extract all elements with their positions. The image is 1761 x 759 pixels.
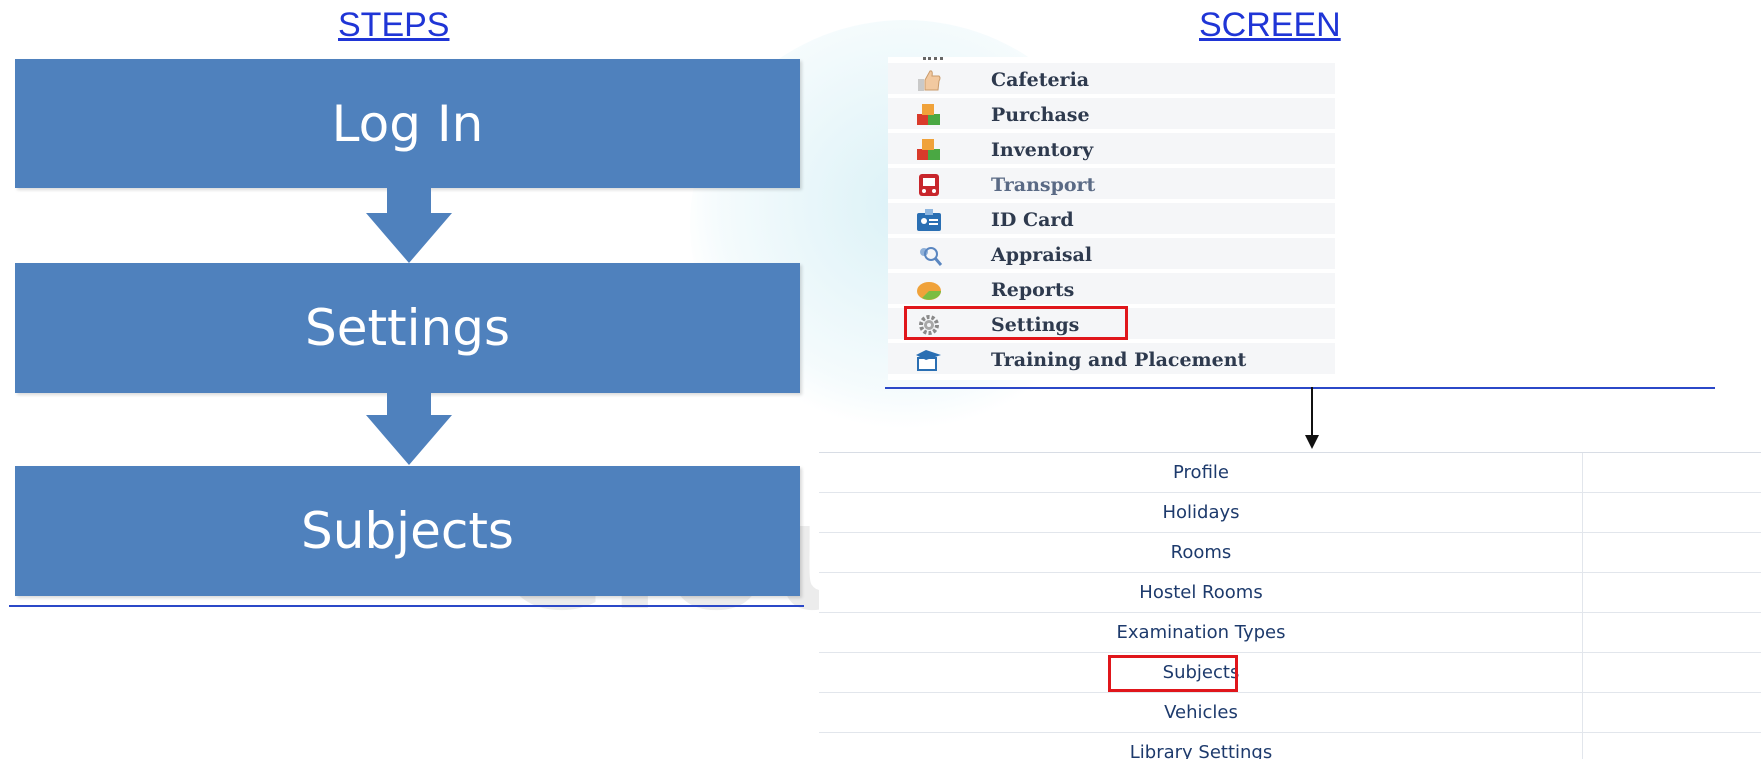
- menu-stub-icon: [923, 57, 943, 61]
- screen-heading[interactable]: SCREEN: [1199, 6, 1341, 45]
- column-divider: [1582, 693, 1583, 733]
- column-divider: [1582, 533, 1583, 573]
- settings-highlight-box: [904, 306, 1128, 340]
- steps-heading[interactable]: STEPS: [338, 6, 449, 45]
- menu-item-label: Purchase: [991, 104, 1090, 126]
- menu-item-label: Cafeteria: [991, 69, 1090, 91]
- settings-item-rooms[interactable]: Rooms: [819, 533, 1761, 573]
- settings-item-vehicles[interactable]: Vehicles: [819, 693, 1761, 733]
- menu-item-inventory[interactable]: Inventory: [888, 133, 1335, 166]
- settings-item-library-settings[interactable]: Library Settings: [819, 733, 1761, 759]
- graduation-icon: [916, 350, 941, 371]
- menu-item-purchase[interactable]: Purchase: [888, 98, 1335, 131]
- list-item-label: Hostel Rooms: [1139, 582, 1263, 603]
- menu-item-transport[interactable]: Transport: [888, 168, 1335, 201]
- step-subjects: Subjects: [15, 466, 800, 596]
- column-divider: [1582, 653, 1583, 693]
- list-item-label: Examination Types: [1116, 622, 1286, 643]
- people-search-icon: [920, 247, 942, 266]
- menu-item-cafeteria[interactable]: Cafeteria: [888, 63, 1335, 96]
- settings-list: Profile Holidays Rooms Hostel Rooms Exam…: [819, 452, 1761, 759]
- list-item-label: Holidays: [1162, 502, 1240, 523]
- subjects-highlight-box: [1108, 655, 1238, 692]
- step-login: Log In: [15, 59, 800, 188]
- list-item-label: Rooms: [1170, 542, 1232, 563]
- down-arrow-icon: [366, 188, 452, 263]
- menu-item-id-card[interactable]: ID Card: [888, 203, 1335, 236]
- column-divider: [1582, 453, 1583, 493]
- settings-item-hostel-rooms[interactable]: Hostel Rooms: [819, 573, 1761, 613]
- boxes-icon: [917, 139, 940, 160]
- menu-item-label: Inventory: [991, 139, 1094, 161]
- menu-item-label: Reports: [991, 279, 1075, 301]
- settings-item-subjects[interactable]: Subjects: [819, 653, 1761, 693]
- list-item-label: Profile: [1173, 462, 1229, 483]
- menu-item-label: ID Card: [991, 209, 1074, 231]
- thumbs-up-icon: [918, 70, 941, 91]
- list-item-label: Library Settings: [1129, 742, 1273, 759]
- menu-item-label: Appraisal: [991, 244, 1093, 266]
- step-settings: Settings: [15, 263, 800, 393]
- divider-line: [9, 605, 804, 607]
- column-divider: [1582, 493, 1583, 533]
- down-arrow-icon: [1305, 387, 1319, 449]
- list-item-label: Vehicles: [1164, 702, 1238, 723]
- column-divider: [1582, 573, 1583, 613]
- bus-icon: [919, 174, 939, 196]
- menu-item-training-and-placement[interactable]: Training and Placement: [888, 343, 1335, 376]
- menu-item-label: Training and Placement: [991, 349, 1247, 371]
- settings-item-profile[interactable]: Profile: [819, 453, 1761, 493]
- boxes-icon: [917, 104, 940, 125]
- down-arrow-icon: [366, 390, 452, 465]
- settings-item-holidays[interactable]: Holidays: [819, 493, 1761, 533]
- column-divider: [1582, 613, 1583, 653]
- id-card-icon: [917, 209, 941, 231]
- pie-chart-icon: [917, 282, 941, 300]
- menu-item-label: Transport: [991, 174, 1096, 196]
- column-divider: [1582, 733, 1583, 759]
- menu-item-appraisal[interactable]: Appraisal: [888, 238, 1335, 271]
- settings-item-examination-types[interactable]: Examination Types: [819, 613, 1761, 653]
- menu-item-reports[interactable]: Reports: [888, 273, 1335, 306]
